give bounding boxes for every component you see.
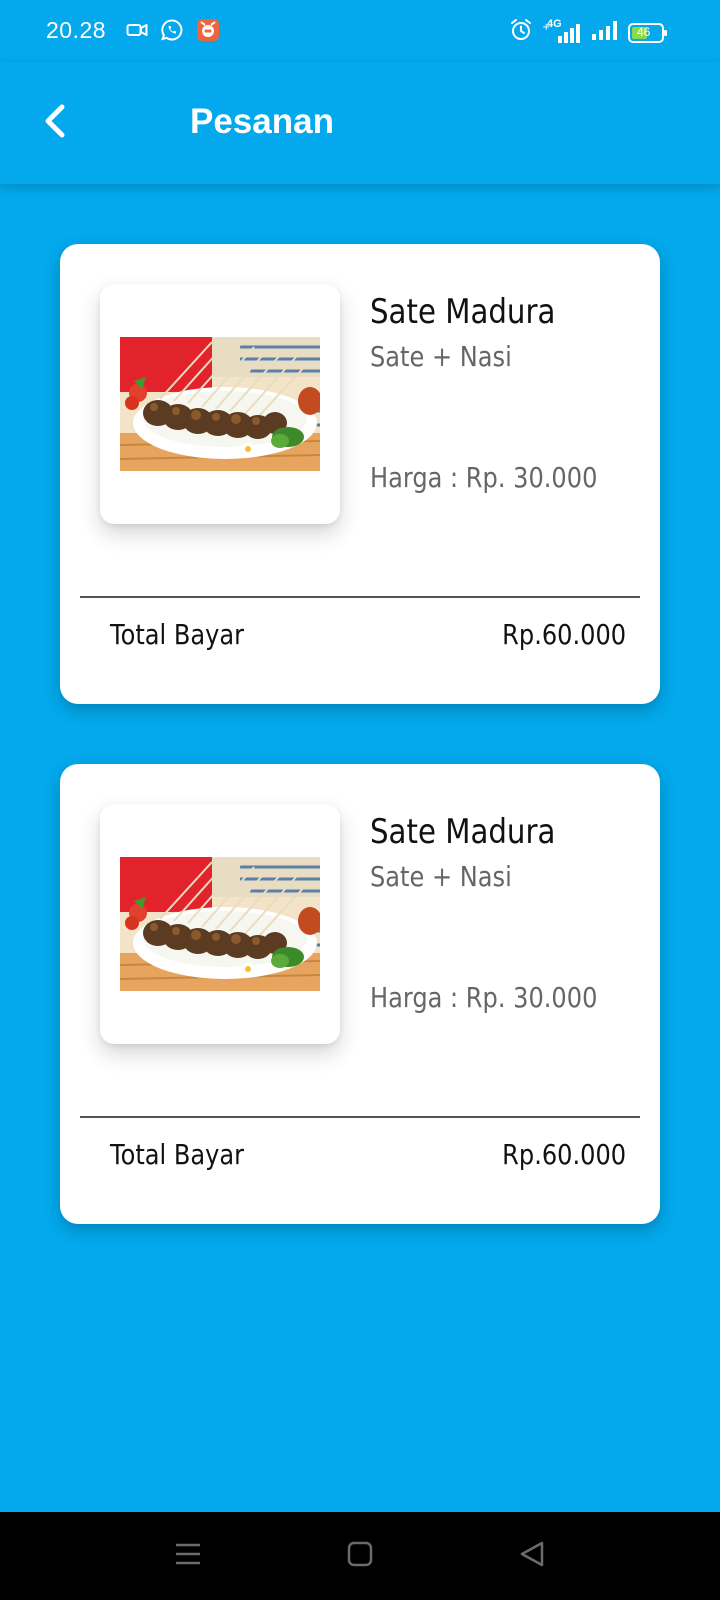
home-icon [347, 1541, 373, 1572]
food-image-container [100, 804, 340, 1044]
order-card[interactable]: Sate Madura Sate + Nasi Harga : Rp. 30.0… [60, 764, 660, 1224]
total-value: Rp.60.000 [502, 1138, 626, 1171]
sate-food-image [120, 857, 320, 991]
divider [80, 596, 640, 598]
home-button[interactable] [338, 1534, 382, 1578]
divider [80, 1116, 640, 1118]
status-left-icons [126, 18, 220, 47]
sate-food-image [120, 337, 320, 471]
total-value: Rp.60.000 [502, 618, 626, 651]
video-camera-icon [126, 20, 148, 45]
back-nav-button[interactable] [510, 1534, 554, 1578]
item-description: Sate + Nasi [370, 860, 512, 893]
status-bar: 20.28 4G + 46 [0, 0, 720, 62]
system-nav-bar [0, 1512, 720, 1600]
menu-icon [174, 1541, 202, 1572]
status-right-icons: 4G + 46 [510, 18, 668, 47]
menu-button[interactable] [166, 1534, 210, 1578]
alarm-icon [510, 18, 532, 47]
battery-level: 46 [637, 24, 651, 39]
item-price: Harga : Rp. 30.000 [370, 461, 598, 494]
item-description: Sate + Nasi [370, 340, 512, 373]
order-list: Sate Madura Sate + Nasi Harga : Rp. 30.0… [0, 184, 720, 1512]
order-card[interactable]: Sate Madura Sate + Nasi Harga : Rp. 30.0… [60, 244, 660, 704]
app-bar: Pesanan [0, 62, 720, 184]
battery-icon: 46 [628, 22, 668, 44]
chevron-left-icon [40, 103, 70, 144]
page-title: Pesanan [190, 102, 334, 141]
item-price: Harga : Rp. 30.000 [370, 981, 598, 1014]
whatsapp-icon [160, 18, 184, 47]
total-label: Total Bayar [110, 1138, 245, 1171]
signal-icon [590, 18, 618, 47]
food-image-container [100, 284, 340, 524]
item-name: Sate Madura [370, 292, 556, 332]
svg-text:+: + [542, 22, 550, 33]
app-notification-icon [196, 18, 220, 47]
status-time: 20.28 [46, 17, 107, 43]
back-button[interactable] [28, 96, 82, 150]
signal-4g-icon: 4G + [542, 18, 580, 45]
total-label: Total Bayar [110, 618, 245, 651]
back-triangle-icon [518, 1540, 546, 1573]
item-name: Sate Madura [370, 812, 556, 852]
